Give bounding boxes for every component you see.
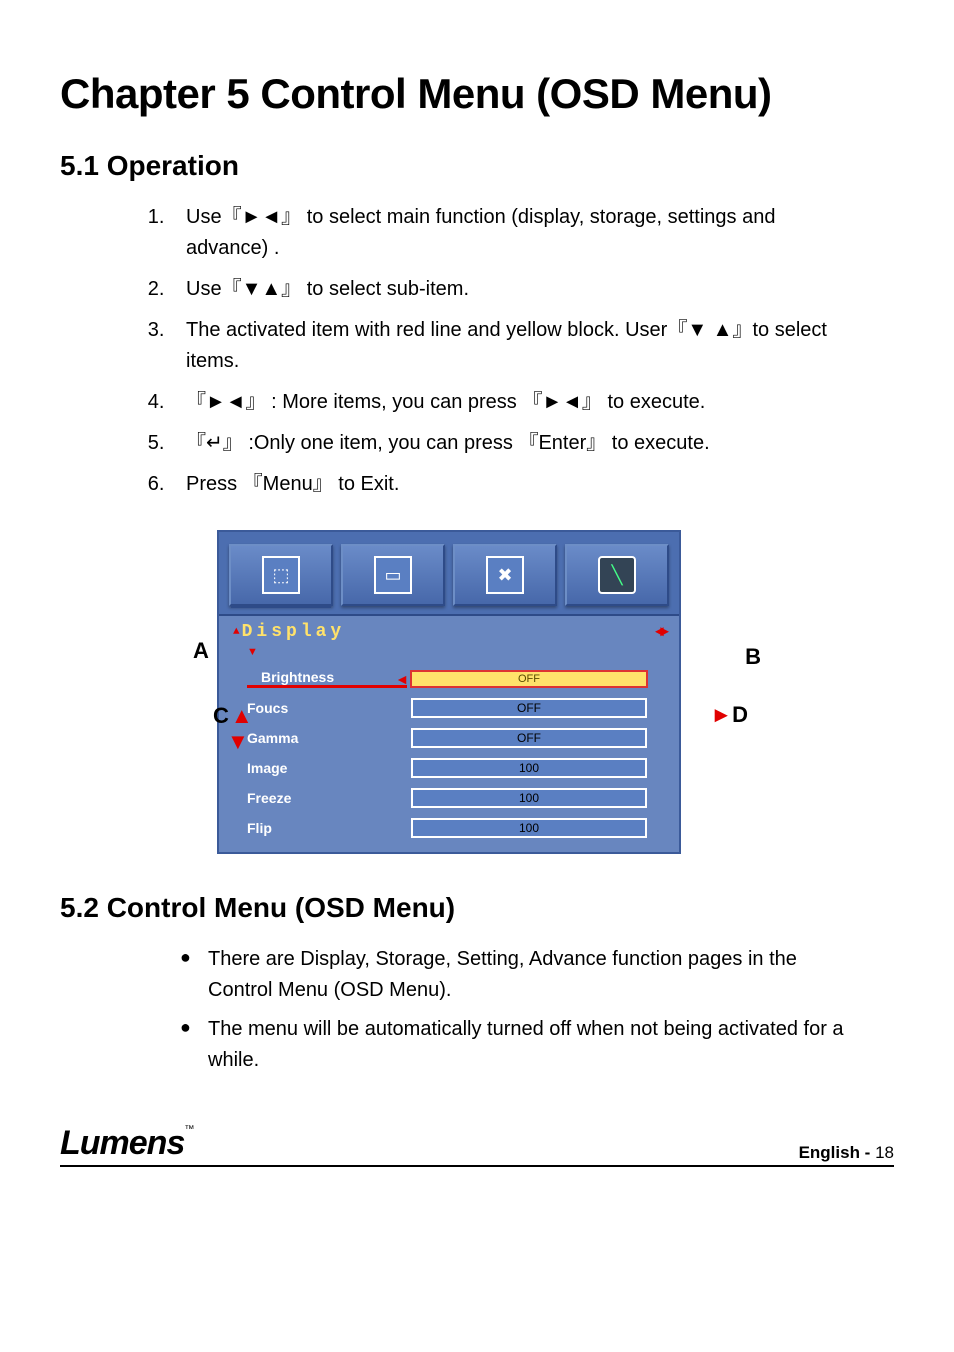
- tab-display[interactable]: ⬚: [229, 544, 333, 606]
- operation-step: The activated item with red line and yel…: [170, 315, 854, 377]
- tab-advance[interactable]: ╲: [565, 544, 669, 606]
- settings-icon: ✖: [486, 556, 524, 594]
- osd-panel: ⬚ ▭ ✖ ╲ ▲Display ◄► ▼ Brightness ◄ OFF ►: [217, 530, 681, 854]
- chapter-title: Chapter 5 Control Menu (OSD Menu): [60, 70, 894, 118]
- operation-step: Press 『Menu』 to Exit.: [170, 469, 854, 500]
- callout-a: A: [193, 638, 209, 664]
- display-icon: ⬚: [262, 556, 300, 594]
- control-menu-bullets: There are Display, Storage, Setting, Adv…: [60, 944, 854, 1084]
- bullet-item: The menu will be automatically turned of…: [180, 1014, 854, 1076]
- osd-item-row[interactable]: Brightness ◄ OFF ►: [219, 664, 679, 693]
- storage-icon: ▭: [374, 556, 412, 594]
- operation-step: Use『▼▲』 to select sub-item.: [170, 274, 854, 305]
- left-right-arrows-icon: ◄►: [655, 624, 665, 641]
- osd-header-title: Display: [242, 622, 346, 642]
- tab-settings[interactable]: ✖: [453, 544, 557, 606]
- operation-step: Use『►◄』 to select main function (display…: [170, 202, 854, 264]
- osd-item-row[interactable]: Foucs OFF: [219, 693, 679, 723]
- section-5-1-title: 5.1 Operation: [60, 150, 894, 182]
- osd-item-row[interactable]: Flip 100: [219, 813, 679, 852]
- advance-icon: ╲: [598, 556, 636, 594]
- osd-item-row[interactable]: Image 100: [219, 753, 679, 783]
- osd-item-row[interactable]: Freeze 100: [219, 783, 679, 813]
- section-5-2-title: 5.2 Control Menu (OSD Menu): [60, 892, 894, 924]
- bullet-item: There are Display, Storage, Setting, Adv…: [180, 944, 854, 1006]
- osd-figure: A B C▲▼ ►D ⬚ ▭ ✖ ╲ ▲Display ◄► ▼ Brightn…: [217, 530, 737, 854]
- tab-storage[interactable]: ▭: [341, 544, 445, 606]
- osd-item-row[interactable]: Gamma OFF: [219, 723, 679, 753]
- callout-b: B: [745, 644, 761, 670]
- osd-tabs: ⬚ ▭ ✖ ╲: [219, 532, 679, 614]
- brand-logo: Lumens™: [60, 1124, 193, 1163]
- operation-step: 『↵』 :Only one item, you can press 『Enter…: [170, 428, 854, 459]
- operation-step: 『►◄』 : More items, you can press 『►◄』 to…: [170, 387, 854, 418]
- operation-list: Use『►◄』 to select main function (display…: [100, 202, 854, 510]
- page-footer: Lumens™ English - 18: [60, 1124, 894, 1167]
- callout-c: C▲▼: [213, 703, 253, 755]
- page-number: English - 18: [799, 1143, 894, 1163]
- callout-d: ►D: [710, 702, 748, 728]
